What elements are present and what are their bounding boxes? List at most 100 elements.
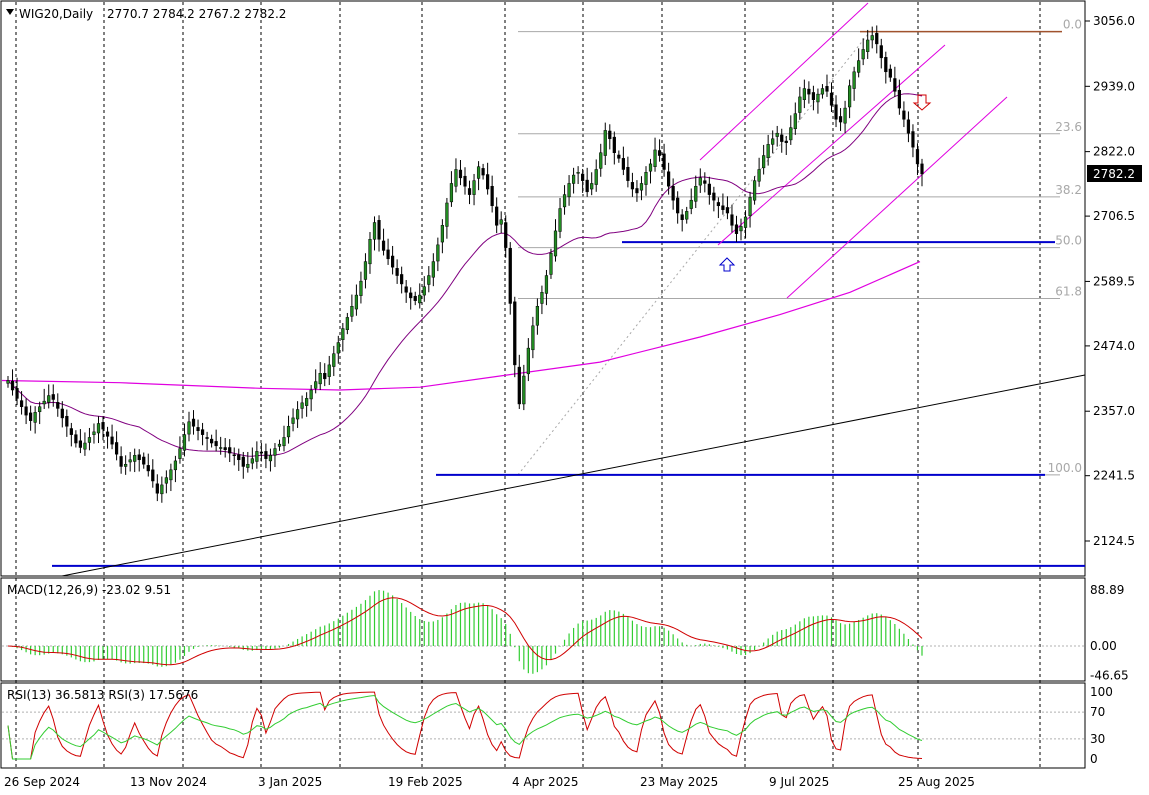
candle-body-40 <box>187 421 191 435</box>
candle-body-129 <box>590 183 594 190</box>
candle-body-108 <box>495 206 499 226</box>
price-axis: 3056.0 2939.0 2822.0 2706.5 2589.5 2474.0 2357… <box>1085 14 1135 766</box>
fib-label-1: 23.6 <box>1055 120 1082 134</box>
trading-chart[interactable]: 0.0 23.6 38.2 50.0 61.8 100.0 3056.0 2939.0 282… <box>0 0 1149 795</box>
candle-body-70 <box>323 372 327 380</box>
candle-body-65 <box>300 402 304 409</box>
candle-body-71 <box>327 364 331 377</box>
candle-body-141 <box>644 172 648 185</box>
candle-body-107 <box>490 185 494 207</box>
candle-body-59 <box>273 448 277 456</box>
xtick-label-6: 9 Jul 2025 <box>769 775 829 789</box>
candle-body-157 <box>716 202 720 207</box>
candle-body-166 <box>757 169 761 182</box>
candle-body-60 <box>277 443 282 447</box>
candle-body-194 <box>884 57 888 73</box>
candle-body-21 <box>101 422 105 430</box>
candle-body-31 <box>146 465 150 472</box>
candle-body-24 <box>114 442 119 455</box>
candle-body-128 <box>585 179 589 193</box>
candle-body-111 <box>508 247 512 304</box>
candle-body-131 <box>599 152 603 169</box>
candle-body-37 <box>173 460 178 471</box>
ma-purple <box>7 93 923 457</box>
xtick-label-5: 23 May 2025 <box>640 775 718 789</box>
candle-body-30 <box>142 456 146 465</box>
candle-body-182 <box>829 92 834 106</box>
candle-body-199 <box>906 119 911 134</box>
candle-body-176 <box>802 88 806 100</box>
candle-body-148 <box>676 197 680 214</box>
candle-body-122 <box>558 208 562 232</box>
candle-body-42 <box>196 427 200 431</box>
candle-body-137 <box>626 167 630 181</box>
xtick-label-3: 19 Feb 2025 <box>388 775 463 789</box>
candle-body-64 <box>295 409 300 420</box>
sell-arrow-icon <box>912 94 932 111</box>
candle-body-0 <box>6 380 10 384</box>
candle-body-46 <box>214 441 218 447</box>
candle-body-185 <box>843 107 847 124</box>
candle-body-43 <box>200 429 205 435</box>
candle-body-1 <box>10 380 15 391</box>
rsi-tick-label-1: 70 <box>1090 705 1105 719</box>
candle-body-57 <box>264 451 268 459</box>
candle-body-6 <box>33 412 37 423</box>
candle-body-36 <box>169 469 173 481</box>
candle-body-101 <box>463 175 467 187</box>
xtick-label-1: 13 Nov 2024 <box>130 775 207 789</box>
chart-menu-triangle-icon[interactable] <box>6 9 14 15</box>
time-axis: 26 Sep 2024 13 Nov 2024 3 Jan 2025 19 Feb 2… <box>4 775 975 789</box>
candle-body-174 <box>793 113 797 129</box>
candle-body-161 <box>734 224 739 234</box>
candle-body-14 <box>69 428 73 435</box>
candle-body-193 <box>879 45 883 59</box>
candle-body-155 <box>707 183 711 195</box>
candle-body-69 <box>318 372 322 385</box>
fib-label-5: 100.0 <box>1048 461 1082 475</box>
candle-body-175 <box>798 96 802 113</box>
candle-body-191 <box>870 35 874 41</box>
candle-body-186 <box>847 85 852 108</box>
candle-body-143 <box>653 149 657 167</box>
candle-body-115 <box>526 347 530 375</box>
candle-body-162 <box>739 226 743 232</box>
candle-body-58 <box>268 455 273 462</box>
candle-body-150 <box>685 211 689 220</box>
candle-body-167 <box>762 155 766 169</box>
main-panel-frame <box>0 0 1086 577</box>
candle-body-18 <box>87 437 92 443</box>
candle-body-133 <box>608 130 612 140</box>
candle-body-86 <box>395 268 399 276</box>
candle-body-125 <box>571 174 576 184</box>
candle-body-189 <box>861 49 865 60</box>
candle-body-179 <box>816 93 820 103</box>
candle-body-13 <box>65 415 69 427</box>
candle-body-5 <box>29 412 33 421</box>
candle-body-17 <box>83 442 87 450</box>
ma-magenta <box>1 261 921 391</box>
candle-body-127 <box>581 173 585 181</box>
candle-body-75 <box>345 317 349 330</box>
candle-body-168 <box>766 144 770 159</box>
candle-body-51 <box>237 454 241 461</box>
candle-body-9 <box>47 395 51 403</box>
trend-overlays <box>1 2 1086 577</box>
candle-body-192 <box>875 33 879 45</box>
candle-body-80 <box>368 239 372 265</box>
candle-body-92 <box>422 286 426 296</box>
macd-tick-label-1: 0.00 <box>1090 639 1117 653</box>
candle-body-202 <box>920 163 924 175</box>
candle-body-196 <box>893 78 897 92</box>
fib-label-3: 50.0 <box>1055 234 1082 248</box>
candle-body-82 <box>377 220 381 240</box>
macd-tick-label-0: 88.89 <box>1090 583 1124 597</box>
candle-body-181 <box>825 86 829 92</box>
candle-body-152 <box>694 185 698 202</box>
candle-body-153 <box>698 177 702 186</box>
candle-body-198 <box>902 110 906 120</box>
candle-body-16 <box>78 440 83 448</box>
candle-body-188 <box>857 60 861 73</box>
candle-body-34 <box>160 484 164 495</box>
candle-body-79 <box>363 261 368 280</box>
